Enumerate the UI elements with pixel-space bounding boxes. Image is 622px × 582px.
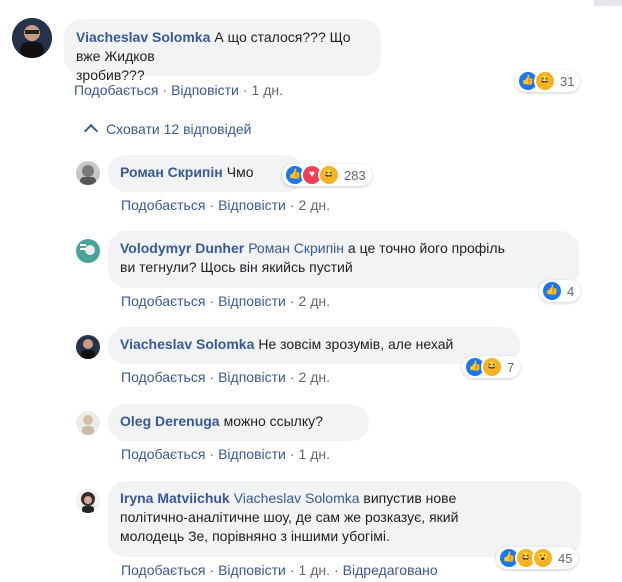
mention-link[interactable]: Роман Скрипін bbox=[248, 240, 344, 256]
reply-text-1: випустив нове bbox=[359, 490, 457, 506]
hide-replies-label: Сховати 12 відповідей bbox=[106, 121, 252, 137]
reply-text: Не зовсім зрозумів, але нехай bbox=[258, 336, 454, 352]
avatar-image bbox=[12, 18, 52, 58]
reply-text-1: а це точно його профіль bbox=[344, 240, 505, 256]
reply-link[interactable]: Відповісти bbox=[218, 293, 286, 309]
reply-link[interactable]: Відповісти bbox=[218, 197, 286, 213]
reply-time[interactable]: 2 дн. bbox=[299, 197, 330, 213]
reply-time[interactable]: 2 дн. bbox=[299, 293, 330, 309]
avatar[interactable] bbox=[76, 161, 100, 185]
haha-reaction-icon: 😆 bbox=[481, 356, 503, 378]
reply-time[interactable]: 2 дн. bbox=[299, 369, 330, 385]
reply-author[interactable]: Роман Скрипін bbox=[120, 164, 223, 180]
reply-bubble: Роман Скрипін Чмо bbox=[108, 155, 304, 192]
wow-reaction-icon: 😮 bbox=[532, 547, 554, 569]
reply-text-3: молодець Зе, порівняно з іншими убогімі. bbox=[120, 528, 390, 544]
avatar-image bbox=[76, 489, 100, 513]
avatar-image bbox=[76, 411, 100, 435]
reply-author[interactable]: Iryna Matviichuk bbox=[120, 490, 230, 506]
avatar-image bbox=[76, 239, 100, 263]
reply-bubble: Volodymyr Dunher Роман Скрипін а це точно… bbox=[108, 231, 579, 288]
comment-actions: Подобається · Відповісти · 1 дн. bbox=[74, 82, 283, 98]
reply-bubble: Oleg Derenuga можно ссылку? bbox=[108, 404, 369, 441]
reaction-count: 31 bbox=[560, 73, 575, 89]
avatar[interactable] bbox=[76, 239, 100, 263]
avatar[interactable] bbox=[76, 411, 100, 435]
reaction-summary[interactable]: 👍 😆 31 bbox=[515, 70, 581, 92]
comment-text-2: зробив??? bbox=[76, 67, 145, 83]
reaction-count: 45 bbox=[558, 550, 573, 566]
reply-bubble: Iryna Matviichuk Viacheslav Solomka випус… bbox=[108, 481, 581, 557]
reply-time[interactable]: 1 дн. bbox=[299, 446, 330, 462]
reply-actions: Подобається · Відповісти · 2 дн. bbox=[121, 293, 330, 309]
reply-actions: Подобається · Відповісти · 1 дн. · Відредагова… bbox=[121, 562, 438, 578]
like-link[interactable]: Подобається bbox=[121, 369, 205, 385]
edited-label[interactable]: Відредаговано bbox=[343, 562, 438, 578]
reply-link[interactable]: Відповісти bbox=[218, 369, 286, 385]
hide-replies-toggle[interactable]: Сховати 12 відповідей bbox=[83, 121, 252, 139]
reply-text: можно ссылку? bbox=[223, 413, 323, 429]
avatar-image bbox=[76, 335, 100, 359]
reply-text-2: ви тегнули? Щось він якийсь пустий bbox=[120, 259, 353, 275]
haha-reaction-icon: 😆 bbox=[318, 164, 340, 186]
reaction-count: 283 bbox=[344, 167, 366, 183]
reaction-summary[interactable]: 👍 ♥ 😆 283 bbox=[282, 164, 372, 186]
reply-time[interactable]: 1 дн. bbox=[299, 562, 330, 578]
like-reaction-icon: 👍 bbox=[541, 280, 563, 302]
reply-text: Чмо bbox=[226, 164, 254, 180]
reply-author[interactable]: Viacheslav Solomka bbox=[120, 336, 254, 352]
reply-text-2: політично-аналітичне шоу, де сам же розк… bbox=[120, 509, 459, 525]
like-link[interactable]: Подобається bbox=[121, 562, 205, 578]
comment-author[interactable]: Viacheslav Solomka bbox=[76, 29, 210, 45]
avatar[interactable] bbox=[76, 489, 100, 513]
reply-actions: Подобається · Відповісти · 2 дн. bbox=[121, 197, 330, 213]
reply-link[interactable]: Відповісти bbox=[218, 562, 286, 578]
reaction-count: 7 bbox=[507, 359, 515, 375]
like-link[interactable]: Подобається bbox=[121, 293, 205, 309]
reply-link[interactable]: Відповісти bbox=[218, 446, 286, 462]
reaction-summary[interactable]: 👍 😆 😮 45 bbox=[496, 547, 579, 569]
avatar[interactable] bbox=[76, 335, 100, 359]
reaction-summary[interactable]: 👍 4 bbox=[539, 280, 581, 302]
mention-link[interactable]: Viacheslav Solomka bbox=[234, 490, 360, 506]
avatar-image bbox=[76, 161, 100, 185]
comment-time[interactable]: 1 дн. bbox=[252, 82, 283, 98]
like-link[interactable]: Подобається bbox=[121, 446, 205, 462]
chevron-up-icon bbox=[83, 123, 99, 139]
top-edge-bar bbox=[594, 0, 622, 6]
reply-link[interactable]: Відповісти bbox=[171, 82, 239, 98]
reaction-count: 4 bbox=[567, 283, 575, 299]
reply-bubble: Viacheslav Solomka Не зовсім зрозумів, ал… bbox=[108, 327, 520, 364]
reply-author[interactable]: Volodymyr Dunher bbox=[120, 240, 244, 256]
reply-actions: Подобається · Відповісти · 2 дн. bbox=[121, 369, 330, 385]
haha-reaction-icon: 😆 bbox=[534, 70, 556, 92]
like-link[interactable]: Подобається bbox=[74, 82, 158, 98]
reply-author[interactable]: Oleg Derenuga bbox=[120, 413, 220, 429]
avatar[interactable] bbox=[12, 18, 52, 58]
reply-actions: Подобається · Відповісти · 1 дн. bbox=[121, 446, 330, 462]
reaction-summary[interactable]: 👍 😆 7 bbox=[462, 356, 521, 378]
comment-bubble: Viacheslav Solomka А що сталося??? Що вже… bbox=[64, 19, 381, 83]
like-link[interactable]: Подобається bbox=[121, 197, 205, 213]
